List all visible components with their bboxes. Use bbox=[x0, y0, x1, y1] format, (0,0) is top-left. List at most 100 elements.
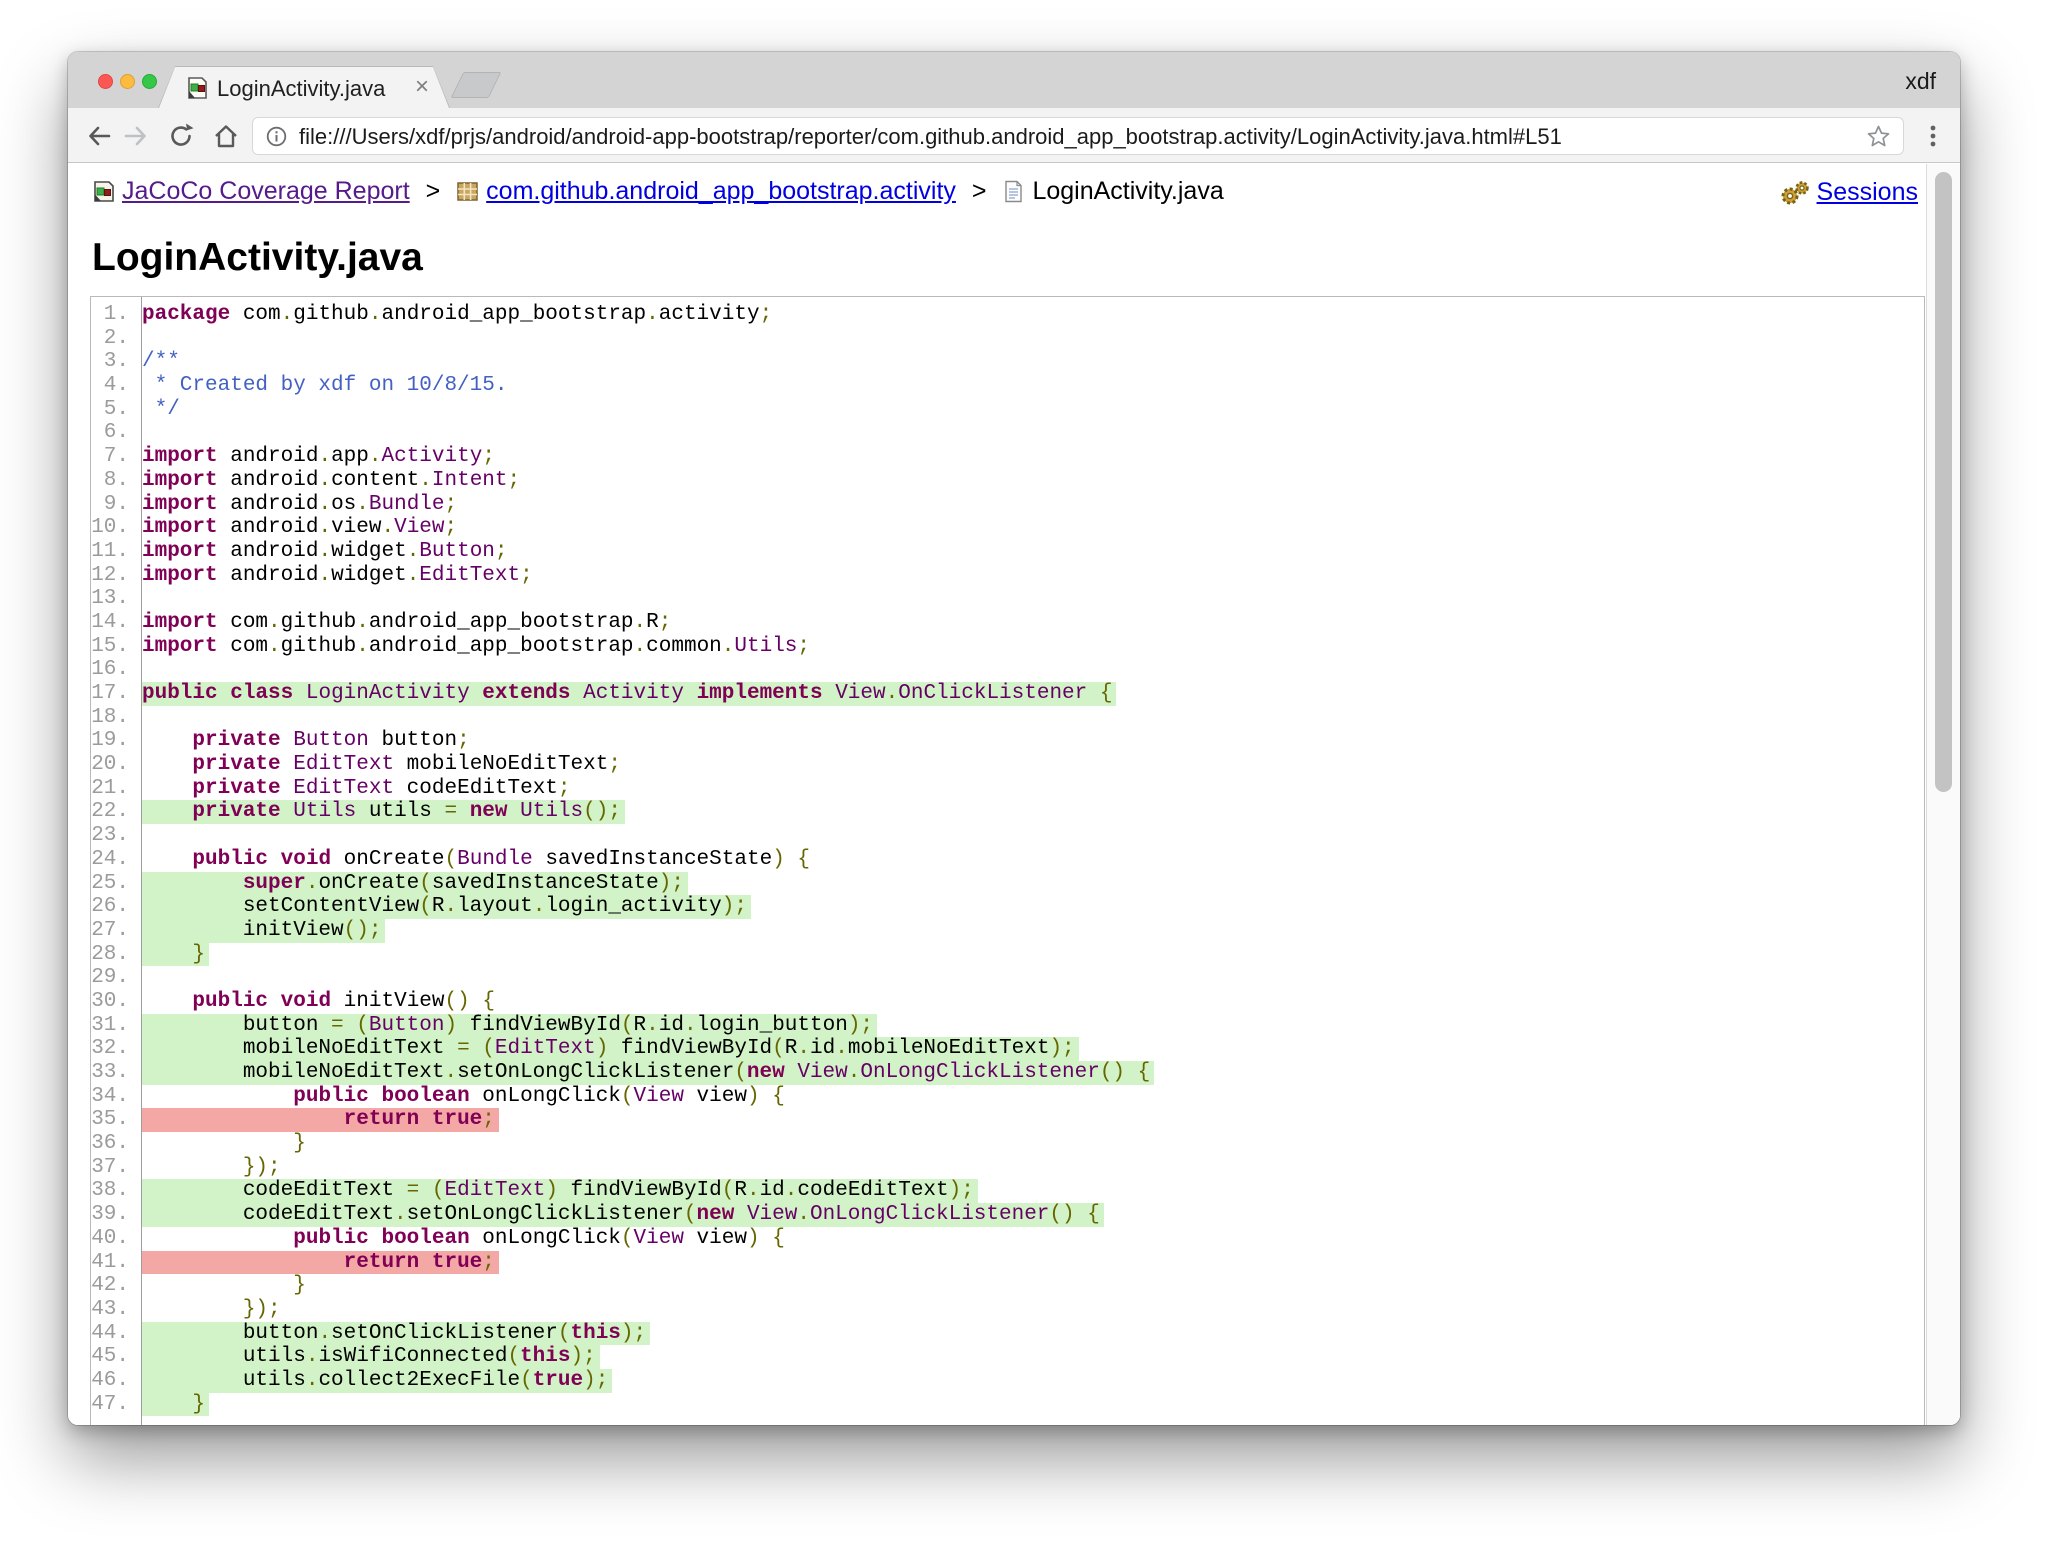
page-content: JaCoCo Coverage Report > com.github.andr… bbox=[68, 164, 1960, 1425]
line-number: 25. bbox=[91, 872, 135, 896]
line-number: 9. bbox=[91, 493, 135, 517]
page-scrollbar[interactable] bbox=[1926, 164, 1960, 1425]
code-line: 11.import android.widget.Button; bbox=[91, 540, 1924, 564]
breadcrumb-link-report[interactable]: JaCoCo Coverage Report bbox=[122, 177, 410, 206]
line-number: 15. bbox=[91, 635, 135, 659]
code-line: 33. mobileNoEditText.setOnLongClickListe… bbox=[91, 1061, 1924, 1085]
line-number: 26. bbox=[91, 895, 135, 919]
code-line: 7.import android.app.Activity; bbox=[91, 445, 1924, 469]
profile-label[interactable]: xdf bbox=[1905, 68, 1936, 95]
line-number: 35. bbox=[91, 1108, 135, 1132]
window-close-button[interactable] bbox=[98, 74, 113, 89]
reload-button[interactable] bbox=[167, 122, 195, 150]
browser-window: LoginActivity.java × xdf bbox=[68, 52, 1960, 1425]
line-number: 16. bbox=[91, 658, 135, 682]
code-line: 4. * Created by xdf on 10/8/15. bbox=[91, 374, 1924, 398]
line-number: 3. bbox=[91, 350, 135, 374]
sessions-gears-icon bbox=[1779, 180, 1811, 206]
code-line: 38. codeEditText = (EditText) findViewBy… bbox=[91, 1179, 1924, 1203]
code-line: 23. bbox=[91, 824, 1924, 848]
code-line: 31. button = (Button) findViewById(R.id.… bbox=[91, 1014, 1924, 1038]
line-number: 18. bbox=[91, 706, 135, 730]
code-line: 15.import com.github.android_app_bootstr… bbox=[91, 635, 1924, 659]
browser-tab-surface: LoginActivity.java × bbox=[159, 67, 449, 108]
gutter-divider bbox=[141, 297, 142, 1425]
line-number: 42. bbox=[91, 1274, 135, 1298]
line-number: 20. bbox=[91, 753, 135, 777]
line-number: 38. bbox=[91, 1179, 135, 1203]
line-number: 46. bbox=[91, 1369, 135, 1393]
browser-toolbar: file:///Users/xdf/prjs/android/android-a… bbox=[68, 108, 1960, 163]
code-line: 18. bbox=[91, 706, 1924, 730]
source-code-block: 1.package com.github.android_app_bootstr… bbox=[90, 296, 1925, 1425]
code-line: 45. utils.isWifiConnected(this); bbox=[91, 1345, 1924, 1369]
line-number: 2. bbox=[91, 327, 135, 351]
back-button[interactable] bbox=[85, 122, 113, 150]
line-number: 6. bbox=[91, 421, 135, 445]
line-number: 7. bbox=[91, 445, 135, 469]
code-line: 19. private Button button; bbox=[91, 729, 1924, 753]
tab-strip: LoginActivity.java × xdf bbox=[68, 52, 1960, 108]
code-line: 10.import android.view.View; bbox=[91, 516, 1924, 540]
url-text[interactable]: file:///Users/xdf/prjs/android/android-a… bbox=[299, 124, 1562, 150]
report-icon bbox=[92, 180, 115, 203]
line-number: 45. bbox=[91, 1345, 135, 1369]
menu-dots-icon[interactable] bbox=[1919, 122, 1947, 150]
new-tab-button[interactable] bbox=[451, 72, 502, 98]
line-number: 11. bbox=[91, 540, 135, 564]
code-line: 35. return true; bbox=[91, 1108, 1924, 1132]
line-number: 44. bbox=[91, 1322, 135, 1346]
line-number: 8. bbox=[91, 469, 135, 493]
source-file-icon bbox=[1002, 180, 1025, 203]
code-line: 40. public boolean onLongClick(View view… bbox=[91, 1227, 1924, 1251]
browser-tab[interactable]: LoginActivity.java × bbox=[158, 66, 450, 108]
code-line: 6. bbox=[91, 421, 1924, 445]
line-number: 21. bbox=[91, 777, 135, 801]
line-number: 13. bbox=[91, 587, 135, 611]
breadcrumb-link-package[interactable]: com.github.android_app_bootstrap.activit… bbox=[486, 177, 956, 206]
code-line: 12.import android.widget.EditText; bbox=[91, 564, 1924, 588]
tab-title: LoginActivity.java bbox=[217, 76, 385, 102]
code-line: 20. private EditText mobileNoEditText; bbox=[91, 753, 1924, 777]
line-number: 4. bbox=[91, 374, 135, 398]
code-line: 5. */ bbox=[91, 398, 1924, 422]
package-icon bbox=[456, 180, 479, 203]
line-number: 12. bbox=[91, 564, 135, 588]
breadcrumb: JaCoCo Coverage Report > com.github.andr… bbox=[92, 176, 1918, 210]
home-button[interactable] bbox=[212, 122, 240, 150]
code-line: 25. super.onCreate(savedInstanceState); bbox=[91, 872, 1924, 896]
line-number: 24. bbox=[91, 848, 135, 872]
url-bar[interactable]: file:///Users/xdf/prjs/android/android-a… bbox=[252, 117, 1904, 155]
code-line: 44. button.setOnClickListener(this); bbox=[91, 1322, 1924, 1346]
code-line: 47. } bbox=[91, 1393, 1924, 1417]
code-line: 17.public class LoginActivity extends Ac… bbox=[91, 682, 1924, 706]
sessions-link[interactable]: Sessions bbox=[1817, 178, 1918, 207]
line-number: 17. bbox=[91, 682, 135, 706]
code-line: 2. bbox=[91, 327, 1924, 351]
line-number: 40. bbox=[91, 1227, 135, 1251]
tab-close-icon[interactable]: × bbox=[415, 74, 429, 100]
forward-button[interactable] bbox=[122, 122, 150, 150]
line-number: 33. bbox=[91, 1061, 135, 1085]
line-number: 23. bbox=[91, 824, 135, 848]
code-line: 29. bbox=[91, 966, 1924, 990]
breadcrumb-separator: > bbox=[426, 177, 441, 206]
code-line: 16. bbox=[91, 658, 1924, 682]
code-line: 37. }); bbox=[91, 1156, 1924, 1180]
code-line: 26. setContentView(R.layout.login_activi… bbox=[91, 895, 1924, 919]
code-line: 22. private Utils utils = new Utils(); bbox=[91, 800, 1924, 824]
breadcrumb-separator: > bbox=[972, 177, 987, 206]
code-line: 36. } bbox=[91, 1132, 1924, 1156]
code-line: 3./** bbox=[91, 350, 1924, 374]
info-icon[interactable] bbox=[266, 126, 287, 147]
code-line: 14.import com.github.android_app_bootstr… bbox=[91, 611, 1924, 635]
window-minimize-button[interactable] bbox=[120, 74, 135, 89]
window-zoom-button[interactable] bbox=[142, 74, 157, 89]
line-number: 34. bbox=[91, 1085, 135, 1109]
line-number: 29. bbox=[91, 966, 135, 990]
line-number: 1. bbox=[91, 303, 135, 327]
code-line: 32. mobileNoEditText = (EditText) findVi… bbox=[91, 1037, 1924, 1061]
scrollbar-thumb[interactable] bbox=[1935, 172, 1952, 792]
code-line: 8.import android.content.Intent; bbox=[91, 469, 1924, 493]
bookmark-star-icon[interactable] bbox=[1866, 124, 1891, 149]
